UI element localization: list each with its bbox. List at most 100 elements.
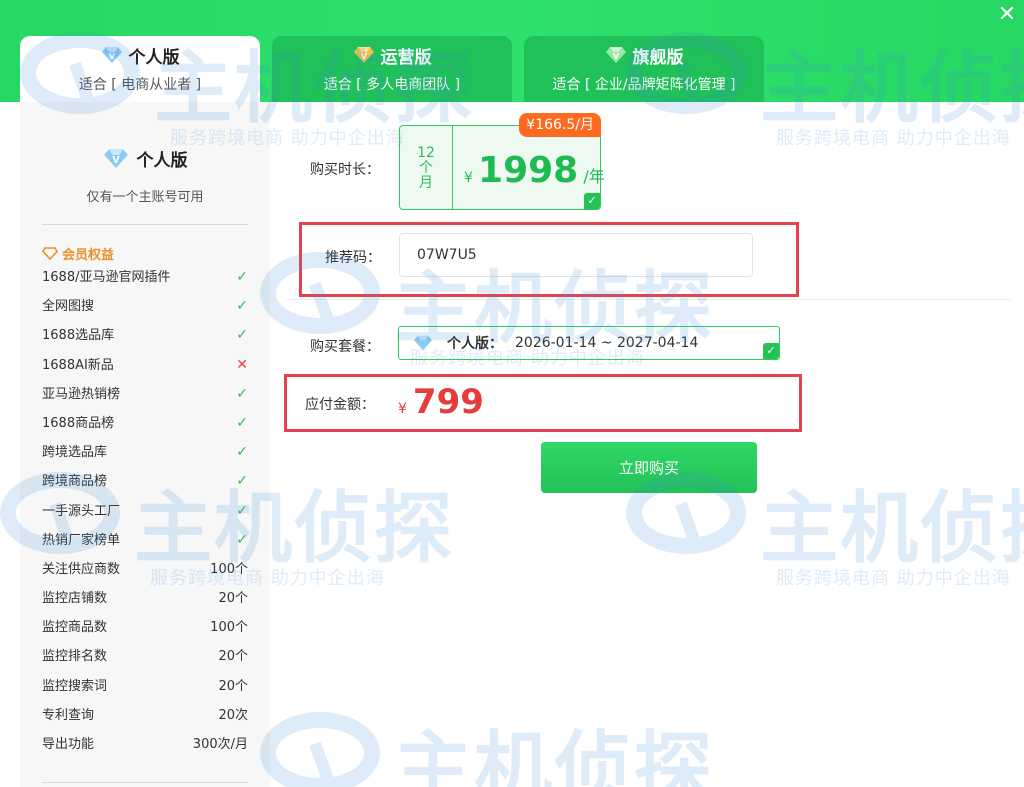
benefit-name: 导出功能 <box>42 737 95 752</box>
benefit-quota: 100个 <box>210 561 248 577</box>
benefit-name: 热销厂家榜单 <box>42 532 121 548</box>
benefit-row: 热销厂家榜单 ✓ <box>20 526 270 555</box>
duration-label: 购买时长： <box>310 162 380 178</box>
referral-label: 推荐码： <box>325 250 381 266</box>
svg-text:V: V <box>360 52 367 61</box>
benefit-name: 1688商品榜 <box>42 415 115 431</box>
monthly-price-badge: ¥166.5/月 <box>519 113 601 137</box>
package-date-range: 2026-01-14 ~ 2027-04-14 <box>515 335 699 351</box>
benefit-row: 1688商品榜 ✓ <box>20 409 270 438</box>
plan-sidebar: V 个人版 仅有一个主账号可用 会员权益 1688/亚马逊官网插件 ✓ 全网图搜 ✓ 1… <box>20 102 270 787</box>
benefit-row: 关注供应商数 100个 <box>20 555 270 584</box>
check-icon: ✓ <box>584 193 600 209</box>
benefit-row: 一手源头工厂 ✓ <box>20 497 270 526</box>
benefit-quota: 100个 <box>210 620 248 636</box>
check-icon: ✓ <box>236 473 248 490</box>
diamond-icon: V <box>605 47 626 63</box>
tab-title: 运营版 <box>380 47 432 68</box>
benefit-row: 1688选品库 ✓ <box>20 321 270 350</box>
benefit-name: 监控搜索词 <box>42 678 108 694</box>
benefit-name: 监控排名数 <box>42 649 108 665</box>
tab-operation[interactable]: V 运营版 适合 [ 多人电商团队 ] <box>272 36 512 102</box>
tab-flagship[interactable]: V 旗舰版 适合 [ 企业/品牌矩阵化管理 ] <box>524 36 764 102</box>
months-unit: 个 <box>419 160 433 176</box>
svg-text:V: V <box>612 52 619 61</box>
tab-personal[interactable]: V 个人版 适合 [ 电商从业者 ] <box>20 36 260 102</box>
payable-amount: 799 <box>412 382 484 422</box>
benefit-name: 1688选品库 <box>42 328 115 344</box>
benefit-name: 跨境商品榜 <box>42 474 108 490</box>
tab-subtitle: 适合 [ 多人电商团队 ] <box>323 77 461 93</box>
close-icon[interactable]: ✕ <box>994 2 1020 28</box>
benefit-row: 监控店铺数 20个 <box>20 584 270 613</box>
tab-subtitle: 适合 [ 企业/品牌矩阵化管理 ] <box>552 77 736 93</box>
benefit-quota: 20个 <box>218 591 248 607</box>
check-icon: ✓ <box>236 385 248 402</box>
check-icon: ✓ <box>236 298 248 315</box>
purchase-dialog: ✕ V 个人版 适合 [ 电商从业者 ] V 运营版 适合 [多人电商团队]… <box>0 0 1024 787</box>
benefit-row: 1688/亚马逊官网插件 ✓ <box>20 263 270 292</box>
cross-icon: ✕ <box>236 356 248 373</box>
svg-text:V: V <box>108 52 115 61</box>
benefit-name: 1688AI新品 <box>42 357 114 373</box>
sidebar-title: 个人版 <box>136 150 188 171</box>
watermark: 主机侦探 <box>260 712 860 787</box>
months-number: 12 <box>417 145 435 161</box>
benefit-row: 监控排名数 20个 <box>20 642 270 671</box>
benefit-row: 1688AI新品 ✕ <box>20 351 270 380</box>
benefit-row: 亚马逊热销榜 ✓ <box>20 380 270 409</box>
benefit-name: 1688/亚马逊官网插件 <box>42 270 171 285</box>
yearly-price: 1998 <box>478 150 579 191</box>
tab-title: 旗舰版 <box>632 47 684 68</box>
header-band: ✕ V 个人版 适合 [ 电商从业者 ] V 运营版 适合 [多人电商团队]… <box>0 0 1024 102</box>
check-icon: ✓ <box>236 269 248 285</box>
crown-diamond-icon <box>42 246 58 260</box>
divider <box>42 782 248 783</box>
svg-text:V: V <box>112 155 120 166</box>
benefit-row: 导出功能 300次/月 <box>20 730 270 759</box>
referral-code-input[interactable] <box>399 233 753 277</box>
benefit-name: 专利查询 <box>42 707 95 723</box>
check-icon: ✓ <box>236 444 248 461</box>
benefit-name: 关注供应商数 <box>42 561 121 577</box>
benefit-name: 亚马逊热销榜 <box>42 386 121 402</box>
benefits-title: 会员权益 <box>62 247 115 263</box>
tab-subtitle: 适合 [ 电商从业者 ] <box>78 77 202 93</box>
months-unit: 月 <box>419 175 433 191</box>
watermark-logo-icon <box>260 712 380 787</box>
benefit-list: 1688/亚马逊官网插件 ✓ 全网图搜 ✓ 1688选品库 ✓ 1688AI新品 ✕ 亚马逊热销… <box>20 263 270 759</box>
benefit-name: 一手源头工厂 <box>42 503 121 519</box>
currency-symbol: ¥ <box>464 170 473 186</box>
benefit-quota: 300次/月 <box>192 737 248 752</box>
duration-option-12-months[interactable]: 12 个 月 ¥ 1998 /年 ¥166.5/月 ✓ <box>399 113 605 210</box>
package-name: 个人版： <box>447 336 503 352</box>
benefit-quota: 20个 <box>218 649 248 665</box>
price-unit: /年 <box>583 167 605 186</box>
tab-title: 个人版 <box>128 47 180 68</box>
package-selector[interactable]: 个人版： 2026-01-14 ~ 2027-04-14 ✓ <box>398 326 780 360</box>
benefit-name: 监控商品数 <box>42 620 108 636</box>
benefit-row: 全网图搜 ✓ <box>20 292 270 321</box>
divider <box>286 299 1012 300</box>
buy-now-button[interactable]: 立即购买 <box>541 442 757 493</box>
check-icon: ✓ <box>763 343 779 359</box>
benefit-quota: 20个 <box>218 678 248 694</box>
benefit-row: 跨境选品库 ✓ <box>20 438 270 467</box>
sidebar-subtitle: 仅有一个主账号可用 <box>86 190 204 205</box>
benefit-name: 全网图搜 <box>42 299 95 315</box>
diamond-icon: V <box>103 148 128 168</box>
currency-symbol: ¥ <box>398 401 407 417</box>
check-icon: ✓ <box>236 414 248 431</box>
benefit-quota: 20次 <box>218 707 248 723</box>
benefit-row: 跨境商品榜 ✓ <box>20 467 270 496</box>
check-icon: ✓ <box>236 502 248 519</box>
check-icon: ✓ <box>236 531 248 548</box>
diamond-icon <box>414 335 432 351</box>
benefit-name: 跨境选品库 <box>42 445 108 461</box>
benefit-row: 专利查询 20次 <box>20 701 270 730</box>
benefit-name: 监控店铺数 <box>42 591 108 607</box>
benefit-row: 监控商品数 100个 <box>20 613 270 642</box>
diamond-icon: V <box>353 47 374 63</box>
package-label: 购买套餐： <box>310 339 380 355</box>
benefit-row: 监控搜索词 20个 <box>20 672 270 701</box>
